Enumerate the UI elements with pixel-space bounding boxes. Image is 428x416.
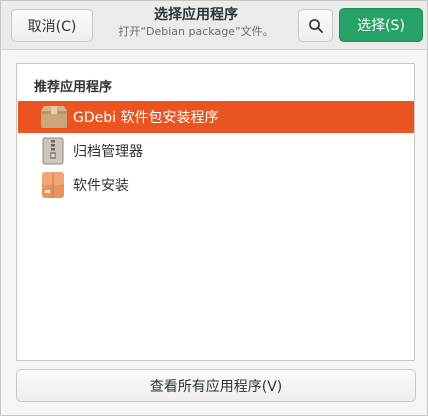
dialog-subtitle: 打开“Debian package”文件。 xyxy=(118,25,274,38)
select-button[interactable]: 选择(S) xyxy=(339,8,423,42)
app-item-label: 归档管理器 xyxy=(73,144,143,160)
app-item-label: 软件安装 xyxy=(73,178,129,194)
view-all-apps-button[interactable]: 查看所有应用程序(V) xyxy=(16,369,416,402)
dialog-title: 选择应用程序 xyxy=(154,7,238,23)
app-list: 推荐应用程序 GDebi 软件包安装程序 归档管理器 软件安装 xyxy=(16,63,415,361)
app-item-software-install[interactable]: 软件安装 xyxy=(18,169,414,201)
header-bar: 取消(C) 选择应用程序 打开“Debian package”文件。 选择(S) xyxy=(1,1,427,50)
recommended-apps-heading: 推荐应用程序 xyxy=(34,80,113,95)
app-item-label: GDebi 软件包安装程序 xyxy=(73,110,219,126)
archive-manager-icon xyxy=(39,137,67,165)
app-chooser-dialog: 取消(C) 选择应用程序 打开“Debian package”文件。 选择(S)… xyxy=(0,0,428,416)
package-box-icon xyxy=(39,103,67,131)
search-icon xyxy=(308,18,323,33)
cancel-button[interactable]: 取消(C) xyxy=(11,9,93,42)
app-item-archive-manager[interactable]: 归档管理器 xyxy=(18,135,414,167)
dialog-title-area: 选择应用程序 打开“Debian package”文件。 xyxy=(101,6,291,40)
software-install-icon xyxy=(39,171,67,199)
search-button[interactable] xyxy=(298,9,333,42)
app-item-gdebi[interactable]: GDebi 软件包安装程序 xyxy=(18,101,414,133)
